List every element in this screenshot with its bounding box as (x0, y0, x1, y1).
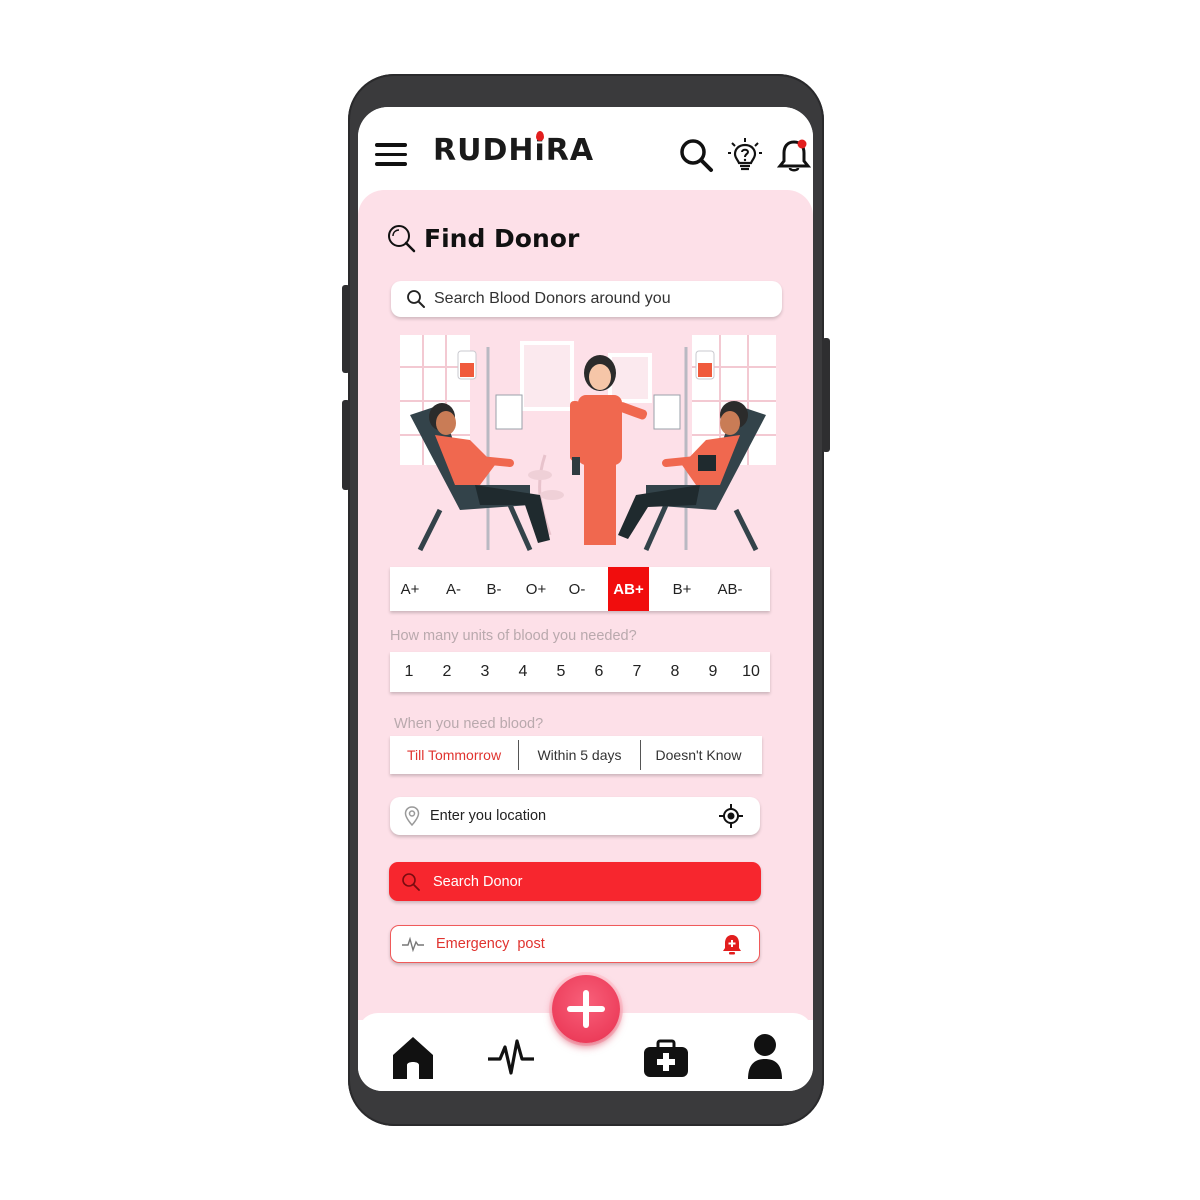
volume-down-button (342, 400, 350, 490)
unit-option[interactable]: 10 (732, 663, 770, 681)
search-icon (402, 872, 420, 891)
page-title: Find Donor (424, 223, 580, 253)
search-donor-button[interactable]: Search Donor (389, 862, 761, 901)
medical-kit-icon[interactable] (643, 1039, 689, 1079)
phone-screen: RUDHi RA Find Donor Search Blood Donors … (358, 107, 813, 1091)
when-label: When you need blood? (394, 716, 544, 732)
search-icon[interactable] (678, 137, 714, 173)
blood-type-o-pos[interactable]: O+ (511, 567, 561, 611)
bell-icon[interactable] (776, 137, 812, 173)
add-button[interactable] (552, 975, 620, 1043)
profile-icon[interactable] (746, 1033, 784, 1081)
unit-option[interactable]: 2 (428, 663, 466, 681)
blood-type-ab-pos[interactable]: AB+ (608, 567, 649, 611)
magnifier-icon (388, 225, 416, 253)
blood-type-b-pos[interactable]: B+ (649, 567, 715, 611)
emergency-post-label: Emergency post (436, 936, 545, 952)
top-bar: RUDHi RA (358, 107, 813, 197)
pulse-icon (402, 936, 424, 952)
donor-search-input[interactable]: Search Blood Donors around you (391, 281, 782, 317)
unit-option[interactable]: 8 (656, 663, 694, 681)
when-option-till-tomorrow[interactable]: Till Tommorrow (390, 740, 518, 770)
search-icon (407, 290, 425, 308)
emergency-post-button[interactable]: Emergency post (390, 925, 760, 963)
search-placeholder: Search Blood Donors around you (434, 290, 671, 307)
unit-option[interactable]: 9 (694, 663, 732, 681)
alarm-bell-icon (723, 935, 741, 955)
find-donor-header: Find Donor (386, 220, 579, 256)
blood-donation-illustration (400, 335, 776, 552)
unit-option[interactable]: 6 (580, 663, 618, 681)
power-button (822, 338, 830, 452)
app-logo: RUDHi RA (433, 131, 595, 168)
location-placeholder: Enter you location (430, 808, 547, 824)
when-option-within-5-days[interactable]: Within 5 days (518, 740, 640, 770)
find-donor-panel: Find Donor Search Blood Donors around yo… (358, 190, 813, 1020)
unit-option[interactable]: 4 (504, 663, 542, 681)
blood-type-a-pos[interactable]: A+ (390, 567, 430, 611)
volume-up-button (342, 285, 350, 373)
when-selector: Till Tommorrow Within 5 days Doesn't Kno… (390, 736, 762, 774)
unit-option[interactable]: 3 (466, 663, 504, 681)
gps-target-icon[interactable] (719, 804, 743, 828)
search-donor-label: Search Donor (433, 873, 523, 890)
home-icon[interactable] (389, 1033, 437, 1081)
unit-option[interactable]: 1 (390, 663, 428, 681)
activity-icon[interactable] (488, 1037, 536, 1077)
blood-type-selector: A+ A- B- O+ O- AB+ B+ AB- (390, 567, 770, 611)
blood-type-a-neg[interactable]: A- (430, 567, 477, 611)
menu-icon[interactable] (375, 143, 407, 167)
when-option-doesnt-know[interactable]: Doesn't Know (640, 740, 756, 770)
lightbulb-question-icon[interactable] (727, 137, 763, 173)
blood-type-b-neg[interactable]: B- (477, 567, 511, 611)
units-label: How many units of blood you needed? (390, 628, 637, 644)
blood-type-ab-neg[interactable]: AB- (715, 567, 745, 611)
unit-option[interactable]: 5 (542, 663, 580, 681)
unit-option[interactable]: 7 (618, 663, 656, 681)
location-input[interactable]: Enter you location (390, 797, 760, 835)
blood-type-o-neg[interactable]: O- (561, 567, 593, 611)
units-selector: 1 2 3 4 5 6 7 8 9 10 (390, 652, 770, 692)
location-pin-icon (404, 806, 420, 826)
